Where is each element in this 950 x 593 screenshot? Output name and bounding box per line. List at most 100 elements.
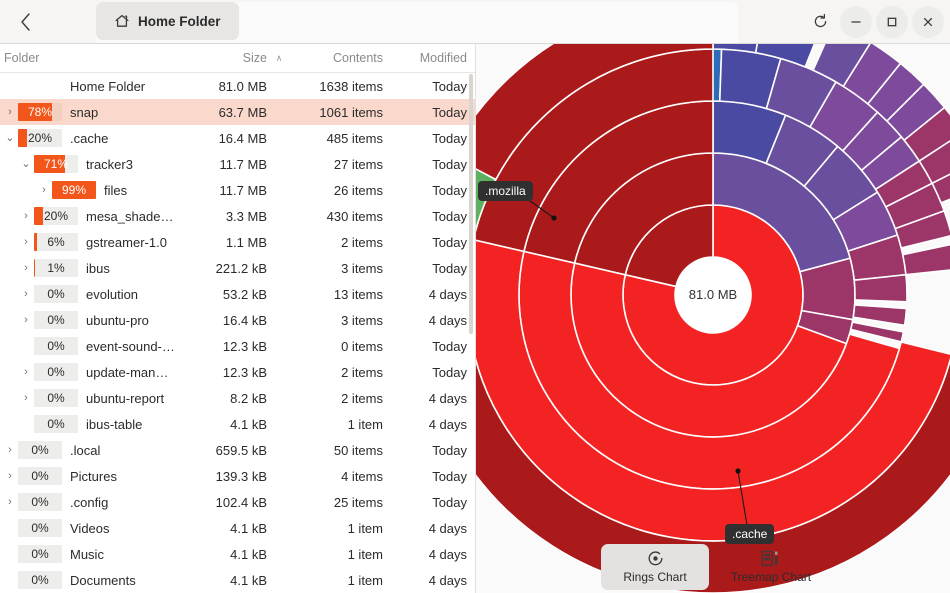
table-row[interactable]: 0%event-sound-cache....12.3 kB0 itemsTod… — [0, 333, 475, 359]
window-controls — [804, 0, 944, 43]
usage-percent-bar: 20% — [18, 129, 62, 147]
sort-ascending-icon[interactable]: ∧ — [267, 53, 291, 64]
minimize-icon — [849, 15, 863, 29]
table-row[interactable]: ›1%ibus221.2 kB3 itemsToday — [0, 255, 475, 281]
expand-collapse-icon[interactable]: › — [2, 445, 18, 456]
close-button[interactable] — [912, 6, 944, 38]
row-size-cell: 12.3 kB — [175, 365, 267, 380]
column-header-folder[interactable]: Folder — [0, 51, 175, 65]
folder-name-label: ibus — [86, 261, 110, 276]
table-row[interactable]: 0%Documents4.1 kB1 item4 days — [0, 567, 475, 593]
close-icon — [921, 15, 935, 29]
expand-collapse-icon[interactable]: › — [18, 289, 34, 300]
row-modified-cell: Today — [383, 495, 475, 510]
tooltip-anchor-dot — [735, 468, 740, 473]
usage-percent-label: 0% — [34, 285, 78, 303]
usage-percent-label: 78% — [18, 103, 62, 121]
usage-percent-label: 1% — [34, 259, 78, 277]
table-row[interactable]: ›0%evolution53.2 kB13 items4 days — [0, 281, 475, 307]
expand-collapse-icon — [18, 341, 34, 352]
row-size-cell: 16.4 kB — [175, 313, 267, 328]
expand-collapse-icon[interactable]: › — [18, 263, 34, 274]
expand-collapse-icon-open[interactable]: ⌄ — [18, 159, 34, 170]
disk-usage-analyzer-window: Home Folder — [0, 0, 950, 593]
expand-collapse-icon[interactable]: › — [18, 367, 34, 378]
table-row[interactable]: 0%Videos4.1 kB1 item4 days — [0, 515, 475, 541]
table-row[interactable]: 0%ibus-table4.1 kB1 item4 days — [0, 411, 475, 437]
column-header-contents[interactable]: Contents — [291, 51, 383, 65]
row-name-cell: ⌄71%tracker3 — [0, 155, 175, 173]
table-row[interactable]: ›0%update-manager-c...12.3 kB2 itemsToda… — [0, 359, 475, 385]
row-modified-cell: Today — [383, 443, 475, 458]
main-body: Folder Size ∧ Contents Modified Home Fol… — [0, 44, 950, 593]
header-bar: Home Folder — [0, 0, 950, 44]
expand-collapse-icon[interactable]: › — [36, 185, 52, 196]
row-contents-cell: 50 items — [291, 443, 383, 458]
row-size-cell: 11.7 MB — [175, 183, 267, 198]
maximize-button[interactable] — [876, 6, 908, 38]
row-contents-cell: 3 items — [291, 261, 383, 276]
table-row[interactable]: Home Folder81.0 MB1638 itemsToday — [0, 73, 475, 99]
chart-mode-bar: Rings Chart Treemap Chart — [476, 540, 950, 593]
table-row[interactable]: ›99%files11.7 MB26 itemsToday — [0, 177, 475, 203]
folder-name-label: Home Folder — [70, 79, 145, 94]
minimize-button[interactable] — [840, 6, 872, 38]
expand-collapse-icon-open[interactable]: ⌄ — [2, 133, 18, 144]
row-modified-cell: Today — [383, 469, 475, 484]
reload-button[interactable] — [804, 6, 836, 38]
row-name-cell: ›6%gstreamer-1.0 — [0, 233, 175, 251]
usage-percent-label: 71% — [34, 155, 78, 173]
row-name-cell: 0%Videos — [0, 519, 175, 537]
rings-chart-button[interactable]: Rings Chart — [601, 544, 709, 590]
row-modified-cell: Today — [383, 209, 475, 224]
row-contents-cell: 0 items — [291, 339, 383, 354]
usage-percent-bar: 20% — [34, 207, 78, 225]
table-row[interactable]: ›6%gstreamer-1.01.1 MB2 itemsToday — [0, 229, 475, 255]
tab-home-folder[interactable]: Home Folder — [96, 2, 239, 40]
row-modified-cell: 4 days — [383, 573, 475, 588]
expand-collapse-icon[interactable]: › — [2, 107, 18, 118]
table-row[interactable]: ›0%ubuntu-report8.2 kB2 items4 days — [0, 385, 475, 411]
expand-collapse-icon[interactable]: › — [18, 211, 34, 222]
back-button[interactable] — [8, 7, 42, 37]
usage-percent-label: 0% — [34, 415, 78, 433]
folder-name-label: Videos — [70, 521, 110, 536]
row-size-cell: 8.2 kB — [175, 391, 267, 406]
row-size-cell: 3.3 MB — [175, 209, 267, 224]
table-row[interactable]: ›20%mesa_shader_cache3.3 MB430 itemsToda… — [0, 203, 475, 229]
tree-vertical-scrollbar[interactable] — [469, 74, 473, 334]
row-contents-cell: 2 items — [291, 365, 383, 380]
table-row[interactable]: ⌄71%tracker311.7 MB27 itemsToday — [0, 151, 475, 177]
chart-center-total-label: 81.0 MB — [683, 287, 743, 302]
table-row[interactable]: ›0%.local659.5 kB50 itemsToday — [0, 437, 475, 463]
usage-percent-label: 0% — [34, 337, 78, 355]
folder-name-label: files — [104, 183, 127, 198]
usage-percent-bar: 78% — [18, 103, 62, 121]
row-contents-cell: 1 item — [291, 547, 383, 562]
tooltip-leader-line — [738, 471, 747, 525]
usage-percent-label: 0% — [18, 545, 62, 563]
table-row[interactable]: ›0%ubuntu-pro16.4 kB3 items4 days — [0, 307, 475, 333]
table-row[interactable]: ›0%Pictures139.3 kB4 itemsToday — [0, 463, 475, 489]
row-contents-cell: 2 items — [291, 391, 383, 406]
usage-percent-label: 0% — [18, 441, 62, 459]
expand-collapse-icon[interactable]: › — [18, 393, 34, 404]
row-name-cell: ›78%snap — [0, 103, 175, 121]
row-modified-cell: Today — [383, 157, 475, 172]
expand-collapse-icon[interactable]: › — [2, 471, 18, 482]
table-row[interactable]: ›0%.config102.4 kB25 itemsToday — [0, 489, 475, 515]
column-header-size[interactable]: Size — [175, 51, 267, 65]
expand-collapse-icon[interactable]: › — [2, 497, 18, 508]
table-row[interactable]: 0%Music4.1 kB1 item4 days — [0, 541, 475, 567]
row-contents-cell: 4 items — [291, 469, 383, 484]
table-row[interactable]: ⌄20%.cache16.4 MB485 itemsToday — [0, 125, 475, 151]
table-row[interactable]: ›78%snap63.7 MB1061 itemsToday — [0, 99, 475, 125]
expand-collapse-icon[interactable]: › — [18, 315, 34, 326]
column-header-modified[interactable]: Modified — [383, 51, 475, 65]
expand-collapse-icon[interactable]: › — [18, 237, 34, 248]
tab-strip-empty-area[interactable] — [239, 5, 738, 43]
usage-percent-bar: 0% — [18, 545, 62, 563]
treemap-chart-button[interactable]: Treemap Chart — [717, 544, 825, 590]
usage-percent-bar: 0% — [18, 441, 62, 459]
row-contents-cell: 485 items — [291, 131, 383, 146]
